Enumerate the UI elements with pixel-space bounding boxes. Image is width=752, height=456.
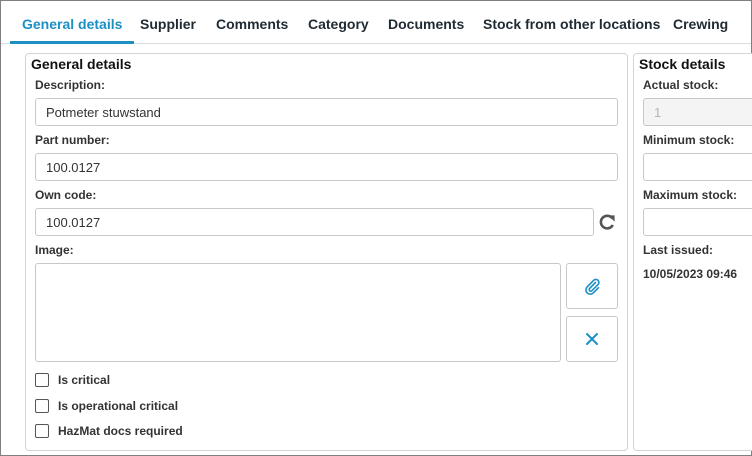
tab-general-details[interactable]: General details <box>9 1 135 44</box>
own-code-label: Own code: <box>35 188 97 202</box>
tab-documents[interactable]: Documents <box>388 1 464 43</box>
hazmat-docs-required-checkbox[interactable] <box>35 424 49 438</box>
tab-crewing[interactable]: Crewing <box>673 1 728 43</box>
last-issued-label: Last issued: <box>643 243 714 257</box>
close-icon <box>585 332 599 346</box>
is-critical-row: Is critical <box>35 372 110 388</box>
hazmat-docs-required-row: HazMat docs required <box>35 423 183 439</box>
is-critical-checkbox[interactable] <box>35 373 49 387</box>
general-details-title: General details <box>31 56 132 72</box>
minimum-stock-label: Minimum stock: <box>643 133 735 147</box>
tab-category[interactable]: Category <box>308 1 369 43</box>
minimum-stock-input[interactable] <box>643 153 752 181</box>
paperclip-icon <box>583 277 601 295</box>
attach-image-button[interactable] <box>566 263 618 309</box>
tab-supplier[interactable]: Supplier <box>140 1 196 43</box>
image-label: Image: <box>35 243 74 257</box>
refresh-icon[interactable] <box>597 212 617 232</box>
part-number-label: Part number: <box>35 133 110 147</box>
tab-comments[interactable]: Comments <box>216 1 288 43</box>
part-number-input[interactable] <box>35 153 618 181</box>
description-label: Description: <box>35 78 106 92</box>
own-code-input[interactable] <box>35 208 594 236</box>
is-operational-critical-label: Is operational critical <box>58 399 179 413</box>
maximum-stock-input[interactable] <box>643 208 752 236</box>
is-operational-critical-checkbox[interactable] <box>35 399 49 413</box>
actual-stock-input <box>643 98 752 126</box>
last-issued-value: 10/05/2023 09:46 <box>643 267 738 281</box>
hazmat-docs-required-label: HazMat docs required <box>58 424 183 438</box>
remove-image-button[interactable] <box>566 316 618 362</box>
tab-stock-from-other-locations[interactable]: Stock from other locations <box>483 1 660 43</box>
description-input[interactable] <box>35 98 618 126</box>
tab-bar: General details Supplier Comments Catego… <box>1 1 751 44</box>
is-operational-critical-row: Is operational critical <box>35 398 178 414</box>
is-critical-label: Is critical <box>58 373 111 387</box>
actual-stock-label: Actual stock: <box>643 78 719 92</box>
stock-details-title: Stock details <box>639 56 726 72</box>
image-preview <box>35 263 561 362</box>
maximum-stock-label: Maximum stock: <box>643 188 738 202</box>
